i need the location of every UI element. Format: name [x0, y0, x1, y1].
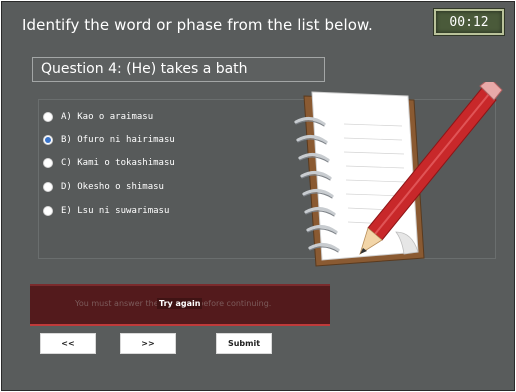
question-title: Question 4: (He) takes a bath	[32, 57, 325, 82]
option-b[interactable]: B) Ofuro ni hairimasu	[43, 133, 175, 147]
radio-button[interactable]	[43, 158, 53, 168]
option-e[interactable]: E) Lsu ni suwarimasu	[43, 204, 169, 218]
option-label: A) Kao o araimasu	[61, 112, 154, 122]
option-label: E) Lsu ni suwarimasu	[61, 206, 170, 216]
option-c[interactable]: C) Kami o tokashimasu	[43, 156, 175, 170]
option-label: D) Okesho o shimasu	[61, 182, 164, 192]
instruction-heading: Identify the word or phase from the list…	[22, 16, 373, 34]
previous-button[interactable]: <<	[40, 333, 96, 354]
option-d[interactable]: D) Okesho o shimasu	[43, 180, 164, 194]
radio-button[interactable]	[43, 206, 53, 216]
radio-button[interactable]	[43, 182, 53, 192]
option-label: C) Kami o tokashimasu	[61, 158, 175, 168]
submit-button[interactable]: Submit	[216, 333, 272, 354]
countdown-timer: 00:12	[434, 9, 504, 35]
try-again-label: Try again	[157, 298, 203, 309]
option-a[interactable]: A) Kao o araimasu	[43, 110, 153, 124]
radio-button-selected[interactable]	[43, 135, 53, 145]
quiz-slide: Identify the word or phase from the list…	[1, 1, 515, 391]
option-label: B) Ofuro ni hairimasu	[61, 135, 175, 145]
notebook-pencil-illustration	[294, 82, 503, 267]
next-button[interactable]: >>	[120, 333, 176, 354]
radio-button[interactable]	[43, 112, 53, 122]
